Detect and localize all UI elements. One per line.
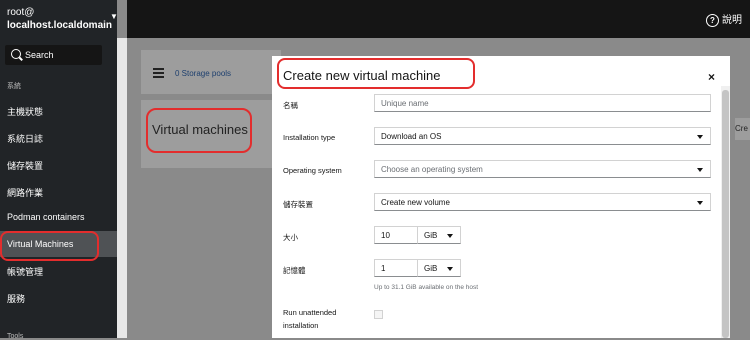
size-unit-select[interactable]: GiB xyxy=(417,226,461,244)
scroll-thumb[interactable] xyxy=(722,90,729,338)
sidebar-item-networking[interactable]: 網路作業 xyxy=(0,178,117,204)
sidebar-scrollbar[interactable] xyxy=(117,38,127,338)
memory-value: 1 xyxy=(381,264,386,273)
sidebar-item-label: 系統日誌 xyxy=(7,134,44,144)
sidebar-item-logs[interactable]: 系統日誌 xyxy=(0,124,117,150)
operating-system-placeholder: Choose an operating system xyxy=(381,165,483,174)
sidebar-item-podman[interactable]: Podman containers xyxy=(0,204,117,230)
unattended-label-line2: installation xyxy=(283,321,319,330)
caret-down-icon xyxy=(447,234,453,238)
sidebar-item-system-status[interactable]: 主機狀態 xyxy=(0,97,117,123)
name-label: 名稱 xyxy=(283,101,298,110)
annotation-circle-sidebar xyxy=(0,231,99,261)
operating-system-label: Operating system xyxy=(283,166,342,175)
unattended-checkbox[interactable] xyxy=(374,310,383,319)
caret-down-icon xyxy=(697,135,703,139)
sidebar-item-label: 帳號管理 xyxy=(7,267,44,277)
sidebar-item-label: 服務 xyxy=(7,294,26,304)
storage-value: Create new volume xyxy=(381,198,450,207)
installation-type-label: Installation type xyxy=(283,133,336,142)
storage-select[interactable]: Create new volume xyxy=(374,193,711,211)
name-placeholder: Unique name xyxy=(381,99,429,108)
annotation-circle-title xyxy=(277,58,475,89)
create-vm-dialog: Create new virtual machine × 名稱 Unique n… xyxy=(272,56,730,338)
section-system: 系統 xyxy=(7,83,21,90)
sidebar-item-label: 儲存裝置 xyxy=(7,161,44,171)
operating-system-select[interactable]: Choose an operating system xyxy=(374,160,711,178)
storage-pools-link[interactable]: 0 Storage pools xyxy=(175,69,231,78)
sidebar: root@ localhost.localdomain ▼ Search 系統 … xyxy=(0,0,118,340)
memory-label: 記憶體 xyxy=(283,266,306,275)
unattended-label-line1: Run unattended xyxy=(283,308,337,317)
size-label: 大小 xyxy=(283,233,298,242)
dialog-scrollbar[interactable] xyxy=(721,86,730,338)
sidebar-item-storage[interactable]: 儲存裝置 xyxy=(0,151,117,177)
search-icon xyxy=(11,49,21,59)
size-unit: GiB xyxy=(424,231,438,240)
memory-unit: GiB xyxy=(424,264,438,273)
caret-down-icon xyxy=(697,168,703,172)
annotation-circle-vm-title xyxy=(146,108,252,153)
host-user: root@ xyxy=(7,7,35,18)
caret-down-icon xyxy=(697,201,703,205)
create-vm-button[interactable]: Cre xyxy=(735,118,750,140)
name-input[interactable]: Unique name xyxy=(374,94,711,112)
memory-input[interactable]: 1 xyxy=(374,259,418,277)
host-name: localhost.localdomain xyxy=(7,20,113,31)
memory-unit-select[interactable]: GiB xyxy=(417,259,461,277)
installation-type-select[interactable]: Download an OS xyxy=(374,127,711,145)
host-switcher[interactable]: root@ localhost.localdomain xyxy=(7,6,112,32)
storage-icon xyxy=(153,68,164,78)
close-icon[interactable]: × xyxy=(708,70,715,84)
search-input[interactable]: Search xyxy=(5,45,102,65)
installation-type-value: Download an OS xyxy=(381,132,442,141)
help-icon: ? xyxy=(706,13,719,27)
section-tools: Tools xyxy=(7,333,24,340)
topbar: ? 說明 xyxy=(127,0,750,38)
chevron-down-icon[interactable]: ▼ xyxy=(110,12,118,21)
help-label: 說明 xyxy=(722,15,742,26)
storage-label: 儲存裝置 xyxy=(283,200,313,209)
sidebar-item-label: 網路作業 xyxy=(7,188,44,198)
size-value: 10 xyxy=(381,231,390,240)
size-input[interactable]: 10 xyxy=(374,226,418,244)
search-label: Search xyxy=(25,50,54,60)
sidebar-item-label: Podman containers xyxy=(7,212,85,222)
sidebar-item-label: 主機狀態 xyxy=(7,107,44,117)
sidebar-item-services[interactable]: 服務 xyxy=(0,284,117,310)
memory-helper-text: Up to 31.1 GiB available on the host xyxy=(374,284,479,291)
caret-down-icon xyxy=(447,267,453,271)
help-button[interactable]: ? 說明 xyxy=(706,11,742,27)
